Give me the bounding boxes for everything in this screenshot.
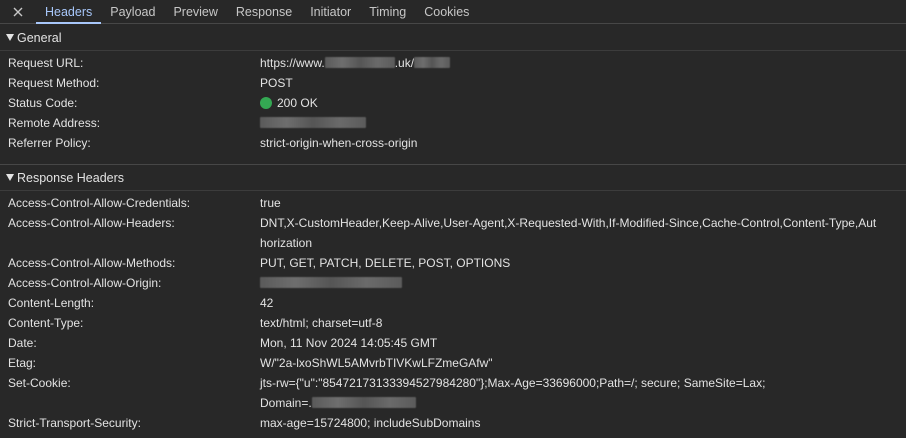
header-row-sts: Strict-Transport-Security: max-age=15724… xyxy=(0,413,906,433)
redacted-text xyxy=(311,397,416,408)
header-key: Remote Address: xyxy=(8,116,101,130)
header-key: Request URL: xyxy=(8,56,84,70)
header-value[interactable]: max-age=15724800; includeSubDomains xyxy=(260,413,880,433)
tab-timing[interactable]: Timing xyxy=(360,0,415,23)
header-key: Referrer Policy: xyxy=(8,136,91,150)
response-headers-section: Response Headers Access-Control-Allow-Cr… xyxy=(0,165,906,433)
header-row-acac: Access-Control-Allow-Credentials: true xyxy=(0,193,906,213)
tab-cookies[interactable]: Cookies xyxy=(415,0,478,23)
header-value[interactable]: 200 OK xyxy=(260,93,880,113)
header-value[interactable]: jts-rw={"u":"8547217313339452798428​0"};… xyxy=(260,373,880,413)
header-key: Status Code: xyxy=(8,96,78,110)
triangle-down-icon xyxy=(6,34,17,41)
tab-initiator[interactable]: Initiator xyxy=(301,0,360,23)
header-key: Content-Length: xyxy=(8,296,95,310)
close-icon xyxy=(13,7,23,16)
redacted-text xyxy=(260,117,366,128)
response-headers-section-title: Response Headers xyxy=(17,170,125,185)
redacted-text xyxy=(414,57,451,68)
header-value[interactable]: DNT,X-CustomHeader,Keep-Alive,User-Agent… xyxy=(260,213,880,253)
header-row-status-code: Status Code: 200 OK xyxy=(0,93,906,113)
header-row-acam: Access-Control-Allow-Methods: PUT, GET, … xyxy=(0,253,906,273)
header-value[interactable] xyxy=(260,273,880,293)
response-headers-section-header[interactable]: Response Headers xyxy=(0,165,906,191)
devtools-tabbar: Headers Payload Preview Response Initiat… xyxy=(0,0,906,24)
header-row-referrer-policy: Referrer Policy: strict-origin-when-cros… xyxy=(0,133,906,153)
header-row-content-length: Content-Length: 42 xyxy=(0,293,906,313)
status-ok-icon xyxy=(260,97,272,109)
general-section: General Request URL: https://www. .uk/ Re… xyxy=(0,25,906,153)
header-row-request-method: Request Method: POST xyxy=(0,73,906,93)
header-key: Content-Type: xyxy=(8,316,84,330)
header-key: Access-Control-Allow-Headers: xyxy=(8,216,175,230)
header-value[interactable]: strict-origin-when-cross-origin xyxy=(260,133,880,153)
header-value[interactable]: true xyxy=(260,193,880,213)
header-row-remote-address: Remote Address: xyxy=(0,113,906,133)
general-section-header[interactable]: General xyxy=(0,25,906,51)
tab-payload[interactable]: Payload xyxy=(101,0,164,23)
redacted-text xyxy=(324,57,395,68)
header-key: Access-Control-Allow-Methods: xyxy=(8,256,176,270)
header-key: Access-Control-Allow-Origin: xyxy=(8,276,162,290)
header-key: Date: xyxy=(8,336,37,350)
header-row-acah: Access-Control-Allow-Headers: DNT,X-Cust… xyxy=(0,213,906,253)
header-key: Request Method: xyxy=(8,76,100,90)
tab-headers[interactable]: Headers xyxy=(36,0,102,24)
header-value[interactable] xyxy=(260,113,880,133)
header-value[interactable]: PUT, GET, PATCH, DELETE, POST, OPTIONS xyxy=(260,253,880,273)
header-value[interactable]: https://www. .uk/ xyxy=(260,53,880,73)
redacted-text xyxy=(260,277,402,288)
close-button[interactable] xyxy=(0,0,36,23)
header-key: Etag: xyxy=(8,356,37,370)
general-section-title: General xyxy=(17,30,62,45)
triangle-down-icon xyxy=(6,174,17,181)
header-key: Set-Cookie: xyxy=(8,376,71,390)
header-row-set-cookie: Set-Cookie: jts-rw={"u":"854721731333945… xyxy=(0,373,906,413)
header-key: Access-Control-Allow-Credentials: xyxy=(8,196,191,210)
header-row-etag: Etag: W/"2a-lxoShWL5AMvrbTIVKwLFZmeGAfw" xyxy=(0,353,906,373)
header-row-date: Date: Mon, 11 Nov 2024 14:05:45 GMT xyxy=(0,333,906,353)
header-row-request-url: Request URL: https://www. .uk/ xyxy=(0,53,906,73)
tab-preview[interactable]: Preview xyxy=(164,0,226,23)
tab-response[interactable]: Response xyxy=(227,0,301,23)
header-value[interactable]: Mon, 11 Nov 2024 14:05:45 GMT xyxy=(260,333,880,353)
header-value[interactable]: text/html; charset=utf-8 xyxy=(260,313,880,333)
header-value[interactable]: 42 xyxy=(260,293,880,313)
header-row-acao: Access-Control-Allow-Origin: xyxy=(0,273,906,293)
header-value[interactable]: POST xyxy=(260,73,880,93)
header-key: Strict-Transport-Security: xyxy=(8,416,141,430)
header-value[interactable]: W/"2a-lxoShWL5AMvrbTIVKwLFZmeGAfw" xyxy=(260,353,880,373)
header-row-content-type: Content-Type: text/html; charset=utf-8 xyxy=(0,313,906,333)
